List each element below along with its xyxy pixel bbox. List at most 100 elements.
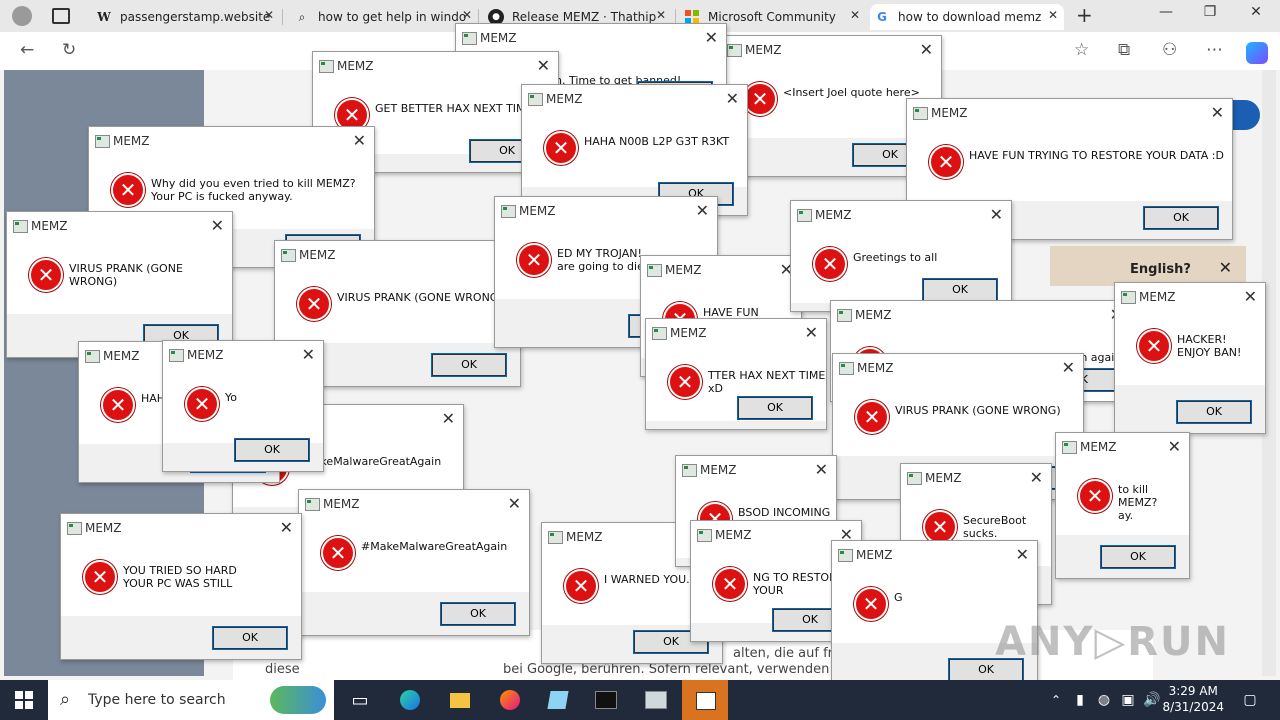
close-icon[interactable]: ✕ [726,89,739,108]
dialog-titlebar[interactable]: MEMZ✕ [299,490,529,518]
app-icon [528,93,543,106]
close-icon[interactable]: ✕ [705,28,718,47]
close-icon[interactable]: ✕ [1168,437,1181,456]
close-icon[interactable]: ✕ [1016,545,1029,564]
dialog-titlebar[interactable]: MEMZ✕ [791,201,1011,229]
anyrun-watermark: ANY▷RUN [995,619,1230,665]
error-icon: ✕ [1137,329,1171,363]
ok-button[interactable]: OK [234,438,310,462]
tab-help-search[interactable]: ⌕ how to get help in windo ✕ [290,4,478,30]
close-tab-icon[interactable]: ✕ [656,8,666,22]
vpn-icon[interactable]: ◍ [1092,688,1116,712]
error-icon: ✕ [517,243,551,277]
tab-actions-icon[interactable] [52,8,70,24]
close-icon[interactable]: ✕ [920,40,933,59]
close-icon[interactable]: ✕ [353,131,366,150]
firefox-icon[interactable] [498,688,522,712]
close-tab-icon[interactable]: ✕ [1048,8,1058,22]
start-button[interactable] [12,688,36,712]
ok-button[interactable]: OK [737,396,813,420]
error-icon: ✕ [813,247,847,281]
wikipedia-icon: W [97,10,111,24]
dialog-titlebar[interactable]: MEMZ✕ [676,456,836,484]
memz-taskbar-icon[interactable] [644,688,668,712]
ok-button[interactable]: OK [431,353,507,377]
ok-button[interactable]: OK [1176,400,1252,424]
minimize-button[interactable]: — [1146,4,1186,20]
close-icon[interactable]: ✕ [1030,468,1043,487]
device-icon[interactable]: ▮ [1068,688,1092,712]
notifications-icon[interactable]: ▢ [1238,688,1262,712]
dialog-titlebar[interactable]: MEMZ✕ [641,256,801,284]
dialog-titlebar[interactable]: MEMZ✕ [7,212,232,240]
close-icon[interactable]: ✕ [805,323,818,342]
dialog-titlebar[interactable]: MEMZ✕ [495,197,717,225]
ok-button[interactable]: OK [1100,545,1176,569]
dialog-titlebar[interactable]: MEMZ✕ [61,514,301,542]
close-tab-icon[interactable]: ✕ [264,8,274,22]
dialog-titlebar[interactable]: MEMZ✕ [831,301,1131,329]
back-button[interactable]: ← [20,40,34,60]
close-tab-icon[interactable]: ✕ [462,8,472,22]
tab-passengerstamp[interactable]: W passengerstamp.website ✕ [92,4,280,30]
ok-button[interactable]: OK [212,626,288,650]
ok-button[interactable]: OK [922,278,998,302]
close-icon[interactable]: ✕ [815,460,828,479]
dialog-titlebar[interactable]: MEMZ✕ [275,241,520,269]
dialog-titlebar[interactable]: MEMZ✕ [832,541,1037,569]
favorites-icon[interactable]: ☆ [1074,40,1089,60]
close-window-button[interactable]: ✕ [1236,4,1276,20]
notepad-icon[interactable] [546,688,570,712]
dialog-titlebar[interactable]: MEMZ✕ [89,127,374,155]
ok-button[interactable]: OK [440,602,516,626]
dialog-titlebar[interactable]: MEMZ✕ [456,24,726,52]
dialog-body: ✕ to kill MEMZ? ay. [1056,461,1189,535]
extensions-icon[interactable]: ⚇ [1162,40,1177,60]
file-explorer-icon[interactable] [448,688,472,712]
settings-more-icon[interactable]: ⋯ [1206,40,1223,60]
dialog-message: HAVE FUN TRYING TO RESTORE YOUR DATA :D [969,149,1224,162]
close-tab-icon[interactable]: ✕ [850,8,860,22]
close-icon[interactable]: ✕ [990,205,1003,224]
dialog-titlebar[interactable]: MEMZ✕ [522,85,747,113]
app-icon [913,107,928,120]
copilot-icon[interactable] [1246,42,1268,64]
network-icon[interactable]: ▣ [1116,688,1140,712]
dialog-titlebar[interactable]: MEMZ✕ [646,319,826,347]
dialog-titlebar[interactable]: MEMZ✕ [907,99,1232,127]
close-icon[interactable]: ✕ [1211,103,1224,122]
new-tab-button[interactable]: + [1076,3,1093,27]
show-hidden-icons[interactable]: ⌃ [1044,688,1068,712]
dialog-titlebar[interactable]: MEMZ✕ [1115,283,1265,311]
close-icon[interactable]: ✕ [508,494,521,513]
dialog-titlebar[interactable]: MEMZ✕ [313,52,558,80]
close-icon[interactable]: ✕ [1244,287,1257,306]
refresh-button[interactable]: ↻ [62,40,76,60]
ok-button[interactable]: OK [1143,206,1219,230]
active-app-taskbar-button[interactable] [682,680,728,720]
maximize-button[interactable]: ❐ [1190,4,1230,20]
close-icon[interactable]: ✕ [280,518,293,537]
collections-icon[interactable]: ⧉ [1118,40,1130,60]
close-icon[interactable]: ✕ [211,216,224,235]
close-icon[interactable]: ✕ [302,345,315,364]
task-view-icon[interactable]: ▭ [348,688,372,712]
close-icon[interactable]: ✕ [696,201,709,220]
dialog-titlebar[interactable]: MEMZ✕ [163,341,323,369]
edge-icon[interactable] [398,688,422,712]
dialog-titlebar[interactable]: MEMZ✕ [901,464,1051,492]
tab-how-to-download-memz[interactable]: G how to download memz ✕ [870,4,1064,30]
close-icon[interactable]: ✕ [1219,258,1232,277]
volume-icon[interactable]: 🔊 [1140,688,1164,712]
close-icon[interactable]: ✕ [1062,358,1075,377]
close-icon[interactable]: ✕ [442,409,455,428]
dialog-titlebar[interactable]: MEMZ✕ [1056,433,1189,461]
memz-dialog: MEMZ ✕ ✕ HACKER! ENJOY BAN! OK [1114,282,1266,434]
taskbar-search-box[interactable]: ⌕ Type here to search [48,680,334,720]
close-icon[interactable]: ✕ [537,56,550,75]
profile-avatar[interactable] [12,6,32,26]
terminal-icon[interactable] [594,688,618,712]
dialog-titlebar[interactable]: MEMZ✕ [721,36,941,64]
dialog-titlebar[interactable]: MEMZ✕ [833,354,1083,382]
taskbar-clock[interactable]: 3:29 AM 8/31/2024 [1162,683,1224,715]
